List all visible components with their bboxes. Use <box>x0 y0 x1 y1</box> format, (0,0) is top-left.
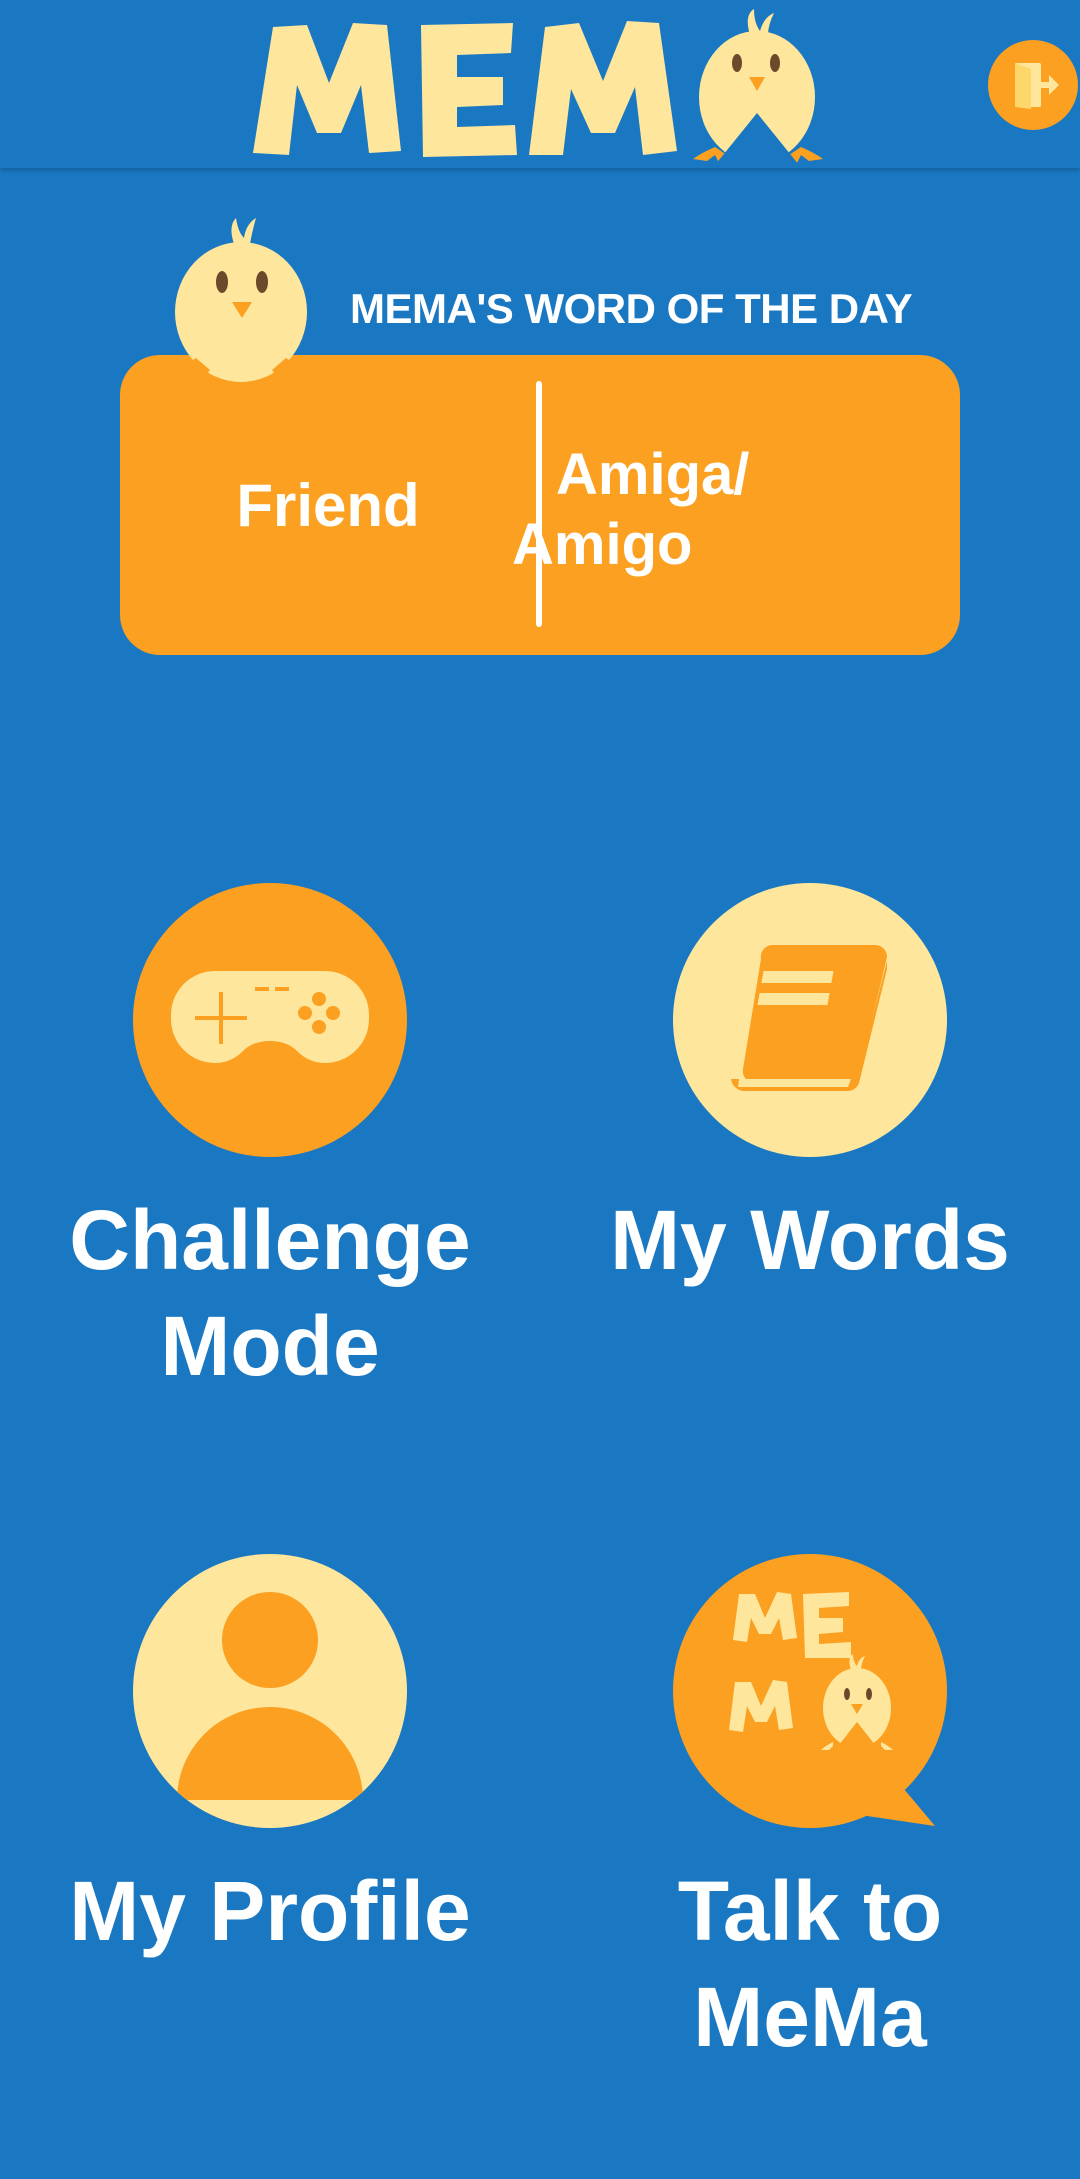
chick-mascot-icon <box>175 218 307 382</box>
my-profile-button[interactable]: My Profile <box>0 1554 540 1964</box>
challenge-mode-label: Challenge Mode <box>10 1187 530 1399</box>
talk-to-mema-label-line2: MeMa <box>693 1970 927 2064</box>
mema-logo <box>253 9 823 165</box>
word-spanish-line1: Amiga/ <box>556 442 750 507</box>
word-spanish: Amiga/ Amigo <box>512 440 924 580</box>
word-spanish-line2: Amigo <box>512 512 693 577</box>
gamepad-icon <box>171 971 369 1063</box>
challenge-mode-circle <box>133 883 407 1157</box>
my-words-circle <box>673 883 947 1157</box>
word-english-text: Friend <box>236 471 420 539</box>
word-divider <box>536 381 542 627</box>
challenge-mode-label-line1: Challenge <box>69 1193 471 1287</box>
challenge-mode-button[interactable]: Challenge Mode <box>0 883 540 1399</box>
profile-icon <box>177 1592 363 1800</box>
talk-to-mema-circle <box>673 1554 947 1828</box>
word-of-day-card[interactable]: Friend Amiga/ Amigo <box>120 355 960 655</box>
logout-button[interactable] <box>988 40 1078 130</box>
talk-to-mema-label-line1: Talk to <box>677 1864 943 1958</box>
my-words-label: My Words <box>550 1187 1070 1293</box>
my-profile-label: My Profile <box>10 1858 530 1964</box>
word-of-day-title: MEMA'S WORD OF THE DAY <box>350 285 913 332</box>
my-words-button[interactable]: My Words <box>540 883 1080 1293</box>
my-words-label-line1: My Words <box>610 1193 1010 1287</box>
talk-to-mema-label: Talk to MeMa <box>550 1858 1070 2070</box>
app-header <box>0 0 1080 168</box>
challenge-mode-label-line2: Mode <box>160 1299 380 1393</box>
my-profile-label-line1: My Profile <box>69 1864 471 1958</box>
my-profile-circle <box>133 1554 407 1828</box>
word-english: Friend <box>120 355 536 655</box>
mema-chat-icon <box>673 1554 947 1828</box>
talk-to-mema-button[interactable]: Talk to MeMa <box>540 1554 1080 2070</box>
logout-door-icon <box>1015 63 1059 109</box>
book-icon <box>731 945 887 1092</box>
